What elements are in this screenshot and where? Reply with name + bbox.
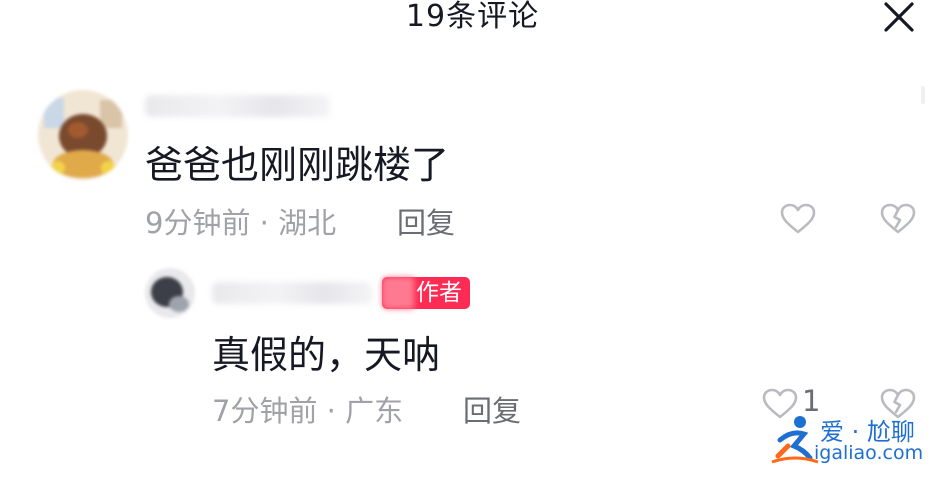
runner-logo-icon xyxy=(771,416,819,464)
reply-text: 真假的，天呐 xyxy=(212,333,441,377)
username-blurred[interactable] xyxy=(212,282,372,304)
dislike-button[interactable] xyxy=(880,203,916,239)
heart-icon xyxy=(780,203,816,234)
comments-panel: 19条评论 爸爸也刚刚跳楼了 9分钟前 · 湖北 回复 作者 真假的，天呐 7分… xyxy=(0,0,945,477)
like-button[interactable] xyxy=(780,203,816,239)
site-watermark: 爱 · 尬聊 igaliao.com xyxy=(770,410,935,470)
username-blurred[interactable] xyxy=(145,95,330,117)
author-badge: 作者 xyxy=(382,277,470,309)
watermark-url: igaliao.com xyxy=(814,442,924,464)
broken-heart-icon xyxy=(880,203,916,234)
comment-text: 爸爸也刚刚跳楼了 xyxy=(145,143,450,187)
comment-item: 爸爸也刚刚跳楼了 9分钟前 · 湖北 回复 xyxy=(0,0,945,250)
reply-button[interactable]: 回复 xyxy=(463,388,521,430)
comment-time-location: 9分钟前 · 湖北 xyxy=(145,206,337,240)
reply-time-location: 7分钟前 · 广东 xyxy=(212,394,404,428)
avatar[interactable] xyxy=(38,90,128,180)
reply-button[interactable]: 回复 xyxy=(397,200,455,242)
avatar[interactable] xyxy=(145,268,195,318)
